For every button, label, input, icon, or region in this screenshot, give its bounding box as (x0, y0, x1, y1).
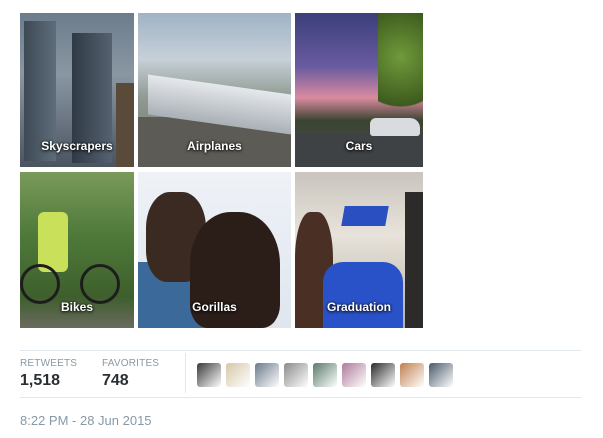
avatar[interactable] (342, 363, 366, 387)
retweets-count: 1,518 (20, 372, 61, 389)
favorites-count: 748 (102, 372, 129, 389)
avatar[interactable] (284, 363, 308, 387)
avatar[interactable] (429, 363, 453, 387)
stats-top-divider (20, 350, 581, 351)
photo-tile-gorillas[interactable]: Gorillas (138, 172, 291, 328)
tile-label: Skyscrapers (41, 139, 113, 153)
retweets-label: RETWEETS (20, 358, 78, 369)
avatar[interactable] (400, 363, 424, 387)
retweets-stat[interactable]: RETWEETS 1,518 (20, 358, 77, 390)
avatar[interactable] (226, 363, 250, 387)
stats-bottom-divider (20, 397, 581, 398)
photo-tile-airplanes[interactable]: Airplanes (138, 13, 291, 167)
tweet-timestamp[interactable]: 8:22 PM - 28 Jun 2015 (20, 413, 152, 428)
tile-label: Cars (345, 139, 373, 153)
avatar[interactable] (255, 363, 279, 387)
avatar[interactable] (371, 363, 395, 387)
stats-separator (185, 353, 186, 393)
tile-label: Airplanes (187, 139, 242, 153)
photo-tile-bikes[interactable]: Bikes (20, 172, 134, 328)
favorites-label: FAVORITES (102, 358, 160, 369)
tile-label: Gorillas (192, 300, 237, 314)
tile-label: Graduation (326, 300, 391, 314)
tile-label: Bikes (60, 300, 94, 314)
avatar[interactable] (313, 363, 337, 387)
photo-tile-cars[interactable]: Cars (295, 13, 423, 167)
photo-tile-skyscrapers[interactable]: Skyscrapers (20, 13, 134, 167)
photo-tile-graduation[interactable]: Graduation (295, 172, 423, 328)
favorites-stat[interactable]: FAVORITES 748 (102, 358, 159, 390)
avatar[interactable] (197, 363, 221, 387)
